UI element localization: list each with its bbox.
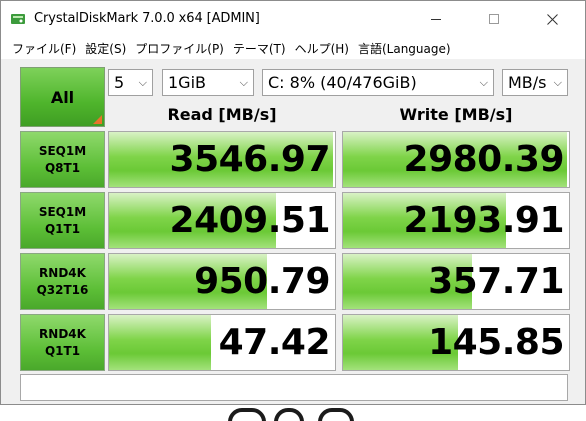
maximize-icon [489, 14, 499, 24]
write-result-cell: 2980.39 [342, 131, 570, 188]
test-button-rnd4k-q32t16[interactable]: RND4K Q32T16 [20, 253, 105, 310]
read-result-cell: 2409.51 [108, 192, 336, 249]
test-params: Q32T16 [36, 282, 89, 297]
read-result-value: 2409.51 [169, 200, 331, 241]
drive-select[interactable]: C: 8% (40/476GiB) ⌵ [262, 69, 494, 96]
menu-bar: ファイル(F) 設定(S) プロファイル(P) テーマ(T) ヘルプ(H) 言語… [1, 37, 585, 59]
menu-language[interactable]: 言語(Language) [358, 40, 451, 57]
menu-help[interactable]: ヘルプ(H) [295, 40, 349, 57]
read-result-value: 47.42 [218, 322, 331, 363]
test-params: Q8T1 [44, 160, 81, 175]
write-result-value: 145.85 [428, 322, 564, 363]
chevron-down-icon: ⌵ [553, 76, 562, 89]
write-result-cell: 2193.91 [342, 192, 570, 249]
chevron-down-icon: ⌵ [138, 76, 147, 89]
unit-select[interactable]: MB/s ⌵ [502, 69, 568, 96]
test-button-seq1m-q1t1[interactable]: SEQ1M Q1T1 [20, 192, 105, 249]
comment-input[interactable] [20, 374, 568, 401]
test-name: SEQ1M [38, 143, 87, 158]
corner-marker-icon [93, 115, 102, 124]
test-params: Q1T1 [44, 343, 81, 358]
read-result-cell: 3546.97 [108, 131, 336, 188]
all-button-label: All [50, 87, 75, 107]
test-size-value: 1GiB [168, 73, 206, 92]
write-result-value: 2980.39 [403, 139, 565, 180]
write-result-cell: 145.85 [342, 314, 570, 371]
window-title: CrystalDiskMark 7.0.0 x64 [ADMIN] [34, 11, 260, 26]
test-button-rnd4k-q1t1[interactable]: RND4K Q1T1 [20, 314, 105, 371]
write-column-header: Write [MB/s] [399, 105, 513, 124]
read-result-bar [109, 315, 211, 370]
menu-theme[interactable]: テーマ(T) [233, 40, 286, 57]
unit-value: MB/s [508, 73, 547, 92]
all-button[interactable]: All [20, 67, 105, 127]
test-name: SEQ1M [38, 204, 87, 219]
minimize-button[interactable] [413, 1, 459, 37]
read-result-cell: 47.42 [108, 314, 336, 371]
benchmark-panel: All 5 ⌵ 1GiB ⌵ C: 8% (40/476GiB) ⌵ MB/s … [16, 61, 572, 404]
test-params: Q1T1 [44, 221, 81, 236]
read-result-cell: 950.79 [108, 253, 336, 310]
test-count-select[interactable]: 5 ⌵ [108, 69, 153, 96]
menu-file[interactable]: ファイル(F) [12, 40, 76, 57]
drive-value: C: 8% (40/476GiB) [268, 73, 417, 92]
write-result-value: 2193.91 [403, 200, 565, 241]
test-name: RND4K [39, 326, 86, 341]
menu-settings[interactable]: 設定(S) [85, 40, 126, 57]
crystaldiskmark-window: CrystalDiskMark 7.0.0 x64 [ADMIN] ファイル(F… [0, 0, 586, 405]
test-name: RND4K [39, 265, 86, 280]
test-button-seq1m-q8t1[interactable]: SEQ1M Q8T1 [20, 131, 105, 188]
read-result-value: 950.79 [194, 261, 330, 302]
menu-profile[interactable]: プロファイル(P) [135, 40, 224, 57]
background-fragment [318, 408, 354, 421]
chevron-down-icon: ⌵ [479, 76, 488, 89]
test-size-select[interactable]: 1GiB ⌵ [162, 69, 254, 96]
write-result-value: 357.71 [428, 261, 564, 302]
minimize-icon [431, 18, 441, 20]
chevron-down-icon: ⌵ [239, 76, 248, 89]
background-fragment [228, 408, 266, 421]
write-result-cell: 357.71 [342, 253, 570, 310]
read-column-header: Read [MB/s] [167, 105, 277, 124]
disk-app-icon [11, 14, 25, 24]
background-fragment [274, 408, 304, 421]
maximize-button[interactable] [471, 1, 517, 37]
read-result-value: 3546.97 [169, 139, 331, 180]
title-bar[interactable]: CrystalDiskMark 7.0.0 x64 [ADMIN] [1, 1, 585, 37]
close-button[interactable] [529, 1, 575, 37]
close-icon [546, 13, 558, 25]
test-count-value: 5 [114, 73, 125, 92]
